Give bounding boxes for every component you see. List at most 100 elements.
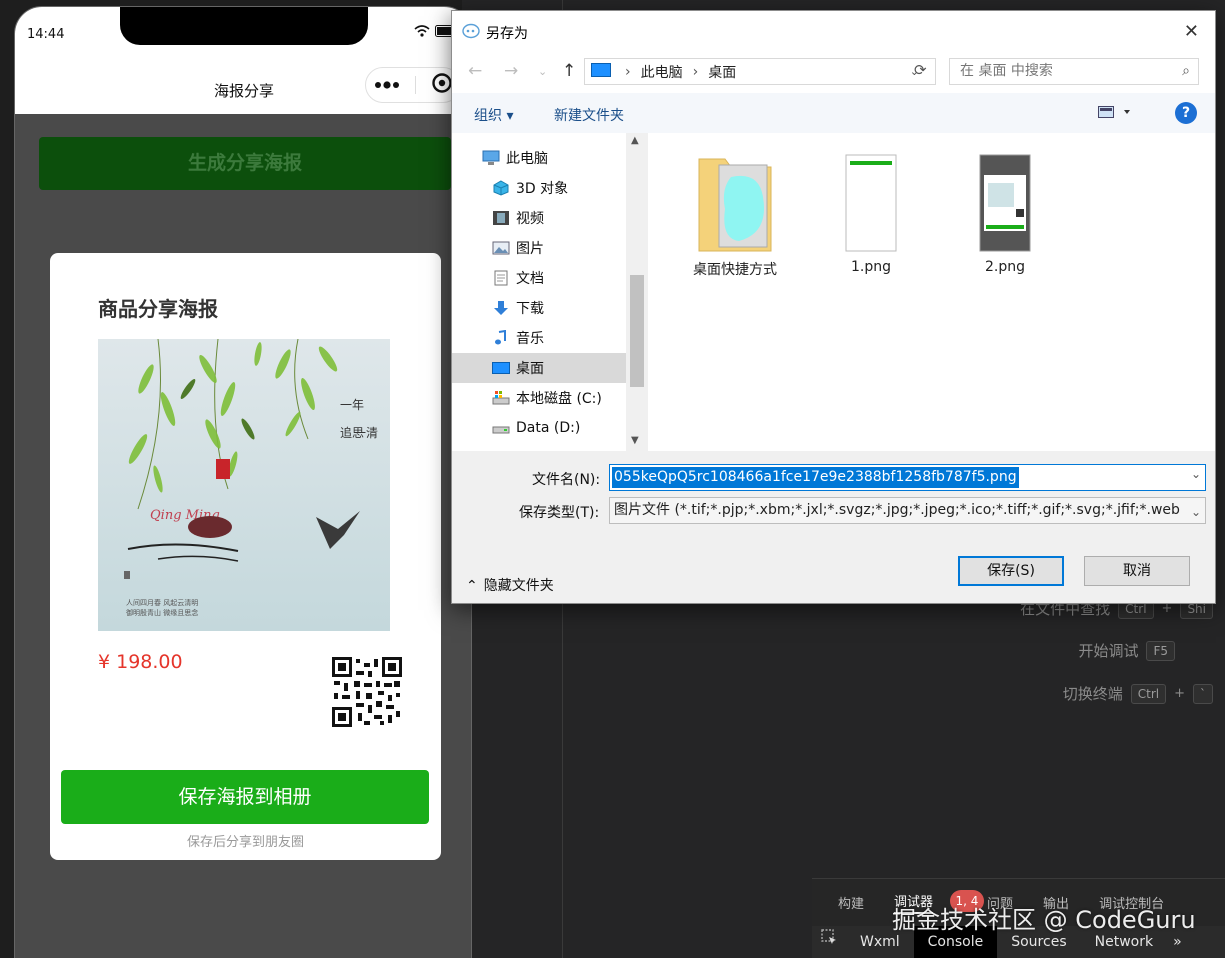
more-dots-icon[interactable] (374, 78, 400, 93)
up-arrow-icon[interactable]: ↑ (562, 61, 576, 81)
shortcut-label: 开始调试 (1078, 642, 1139, 660)
poster-text-line3: 追思 (340, 425, 364, 440)
forward-arrow-icon[interactable]: → (504, 61, 518, 81)
tree-item-label: 本地磁盘 (C:) (516, 391, 602, 407)
tree-item-documents[interactable]: 文档 (492, 263, 544, 293)
refresh-icon[interactable]: ⟳ (914, 61, 927, 79)
save-hint: 保存后分享到朋友圈 (186, 835, 304, 850)
hide-folders-toggle[interactable]: ⌃ 隐藏文件夹 (466, 575, 554, 595)
tab-build[interactable]: 构建 (838, 893, 864, 912)
film-icon (492, 210, 510, 226)
filename-value: 055keQpQ5rc108466a1fce17e9e2388bf1258fb7… (612, 467, 1019, 488)
drive-d-icon (492, 420, 510, 436)
miniprogram-capsule (365, 67, 461, 103)
tree-item-3d-objects[interactable]: 3D 对象 (492, 173, 568, 203)
breadcrumb-this-pc[interactable]: 此电脑 (641, 62, 683, 82)
file-item-1png[interactable]: 1.png (816, 153, 926, 275)
breadcrumb-separator: › (692, 63, 699, 80)
address-bar[interactable]: › 此电脑 › 桌面 ⌄ (584, 58, 936, 85)
scrollbar-thumb[interactable] (630, 275, 644, 387)
tree-item-label: 音乐 (516, 331, 544, 347)
cube-icon (492, 180, 510, 196)
filetype-select[interactable]: 图片文件 (*.tif;*.pjp;*.xbm;*.jxl;*.svgz;*.j… (609, 497, 1206, 524)
tree-scrollbar[interactable]: ▲ ▼ (626, 133, 648, 451)
new-folder-button[interactable]: 新建文件夹 (554, 105, 624, 125)
tree-item-downloads[interactable]: 下载 (492, 293, 544, 323)
dialog-title: 另存为 (486, 26, 528, 42)
filename-label: 文件名(N): (532, 472, 601, 488)
poster-image: 一年 一清 追思 Qing Ming 人间四月春 风起云清明 御明殷青山 微缘且… (98, 339, 390, 631)
tree-item-label: 下载 (516, 301, 544, 317)
address-row: ← → ⌄ ↑ › 此电脑 › 桌面 ⌄ ⟳ 在 桌面 中搜索 ⌕ (452, 51, 1215, 93)
shortcut-toggle-terminal[interactable]: 切换终端 Ctrl + ` (1063, 683, 1213, 704)
dialog-titlebar: 另存为 ✕ (452, 11, 1215, 51)
save-button[interactable]: 保存(S) (958, 556, 1064, 586)
cancel-button[interactable]: 取消 (1084, 556, 1190, 586)
file-item-2png[interactable]: 2.png (950, 153, 1060, 275)
filename-input[interactable]: 055keQpQ5rc108466a1fce17e9e2388bf1258fb7… (609, 464, 1206, 491)
navigation-tree: 此电脑 3D 对象 视频 图片 文档 下载 音乐 桌面 本地磁盘 (C:) Da… (452, 133, 648, 451)
tree-item-desktop[interactable]: 桌面 (452, 353, 626, 383)
close-miniprogram-icon[interactable] (431, 72, 453, 98)
chevron-down-icon[interactable]: ⌄ (1186, 500, 1201, 523)
shortcut-start-debug[interactable]: 开始调试 F5 (1078, 640, 1175, 661)
wifi-icon (414, 25, 430, 41)
phone-simulator: 14:44 海报分享 生成分享海报 商品分享海报 一年 一清 追思 Qing M… (14, 6, 472, 958)
shortcut-label: 切换终端 (1062, 685, 1123, 703)
tree-item-this-pc[interactable]: 此电脑 (482, 143, 548, 173)
desktop-location-icon (591, 62, 611, 81)
poster-footer-line2: 御明殷青山 微缘且思念 (126, 608, 198, 617)
tree-item-drive-c[interactable]: 本地磁盘 (C:) (492, 383, 602, 413)
search-icon: ⌕ (1182, 63, 1190, 79)
tree-item-pictures[interactable]: 图片 (492, 233, 544, 263)
file-name: 2.png (984, 259, 1025, 275)
capsule-separator (414, 76, 416, 94)
product-price: ¥ 198.00 (98, 651, 183, 673)
shortcut-key: ` (1193, 683, 1213, 704)
tree-item-videos[interactable]: 视频 (492, 203, 544, 233)
chevron-down-icon[interactable]: ⌄ (1191, 467, 1201, 481)
search-input[interactable]: 在 桌面 中搜索 ⌕ (949, 58, 1199, 85)
tree-item-music[interactable]: 音乐 (492, 323, 544, 353)
breadcrumb-desktop[interactable]: 桌面 (708, 62, 736, 82)
poster-text-line1: 一年 (340, 398, 364, 412)
save-to-album-button[interactable]: 保存海报到相册 (61, 770, 429, 824)
plus-sign: + (1174, 686, 1185, 701)
hide-folders-label: 隐藏文件夹 (483, 578, 554, 594)
filetype-value: 图片文件 (*.tif;*.pjp;*.xbm;*.jxl;*.svgz;*.j… (614, 502, 1180, 518)
recent-locations-icon[interactable]: ⌄ (538, 65, 547, 78)
chevron-up-icon: ⌃ (466, 578, 478, 594)
tree-item-label: 图片 (516, 241, 544, 257)
card-title: 商品分享海报 (98, 297, 218, 321)
scroll-up-icon[interactable]: ▲ (631, 135, 639, 146)
tree-item-label: 视频 (516, 211, 544, 227)
poster-card: 商品分享海报 一年 一清 追思 Qing Ming 人间四月春 风起云清明 御明… (50, 253, 441, 860)
app-icon (462, 23, 480, 43)
close-icon[interactable]: ✕ (1184, 21, 1199, 42)
status-time: 14:44 (27, 27, 65, 42)
tree-item-label: 文档 (516, 271, 544, 287)
generate-poster-button[interactable]: 生成分享海报 (39, 137, 451, 190)
shortcut-key: F5 (1146, 640, 1175, 661)
folder-shortcut-icon (695, 153, 775, 253)
back-arrow-icon[interactable]: ← (468, 61, 482, 81)
scroll-down-icon[interactable]: ▼ (631, 435, 639, 446)
view-options-icon[interactable] (1098, 105, 1132, 123)
tree-item-label: 3D 对象 (516, 181, 569, 197)
inspect-element-icon[interactable] (812, 926, 846, 958)
tree-item-drive-d[interactable]: Data (D:) (492, 413, 580, 443)
breadcrumb-separator: › (625, 63, 631, 80)
picture-icon (492, 240, 510, 256)
drive-c-icon (492, 390, 510, 406)
organize-menu[interactable]: 组织 ▾ (474, 105, 513, 125)
tree-item-label: Data (D:) (516, 420, 581, 436)
file-item-folder[interactable]: 桌面快捷方式 (680, 153, 790, 279)
search-placeholder: 在 桌面 中搜索 (960, 63, 1053, 79)
help-icon[interactable]: ? (1175, 102, 1197, 124)
image-thumbnail-icon (844, 153, 898, 253)
watermark: 掘金技术社区 @ CodeGuru (892, 906, 1196, 934)
tree-item-label: 此电脑 (506, 151, 548, 167)
save-as-dialog: 另存为 ✕ ← → ⌄ ↑ › 此电脑 › 桌面 ⌄ ⟳ 在 桌面 中搜索 ⌕ … (451, 10, 1216, 604)
image-thumbnail-icon (978, 153, 1032, 253)
phone-header: 14:44 海报分享 (15, 7, 471, 114)
